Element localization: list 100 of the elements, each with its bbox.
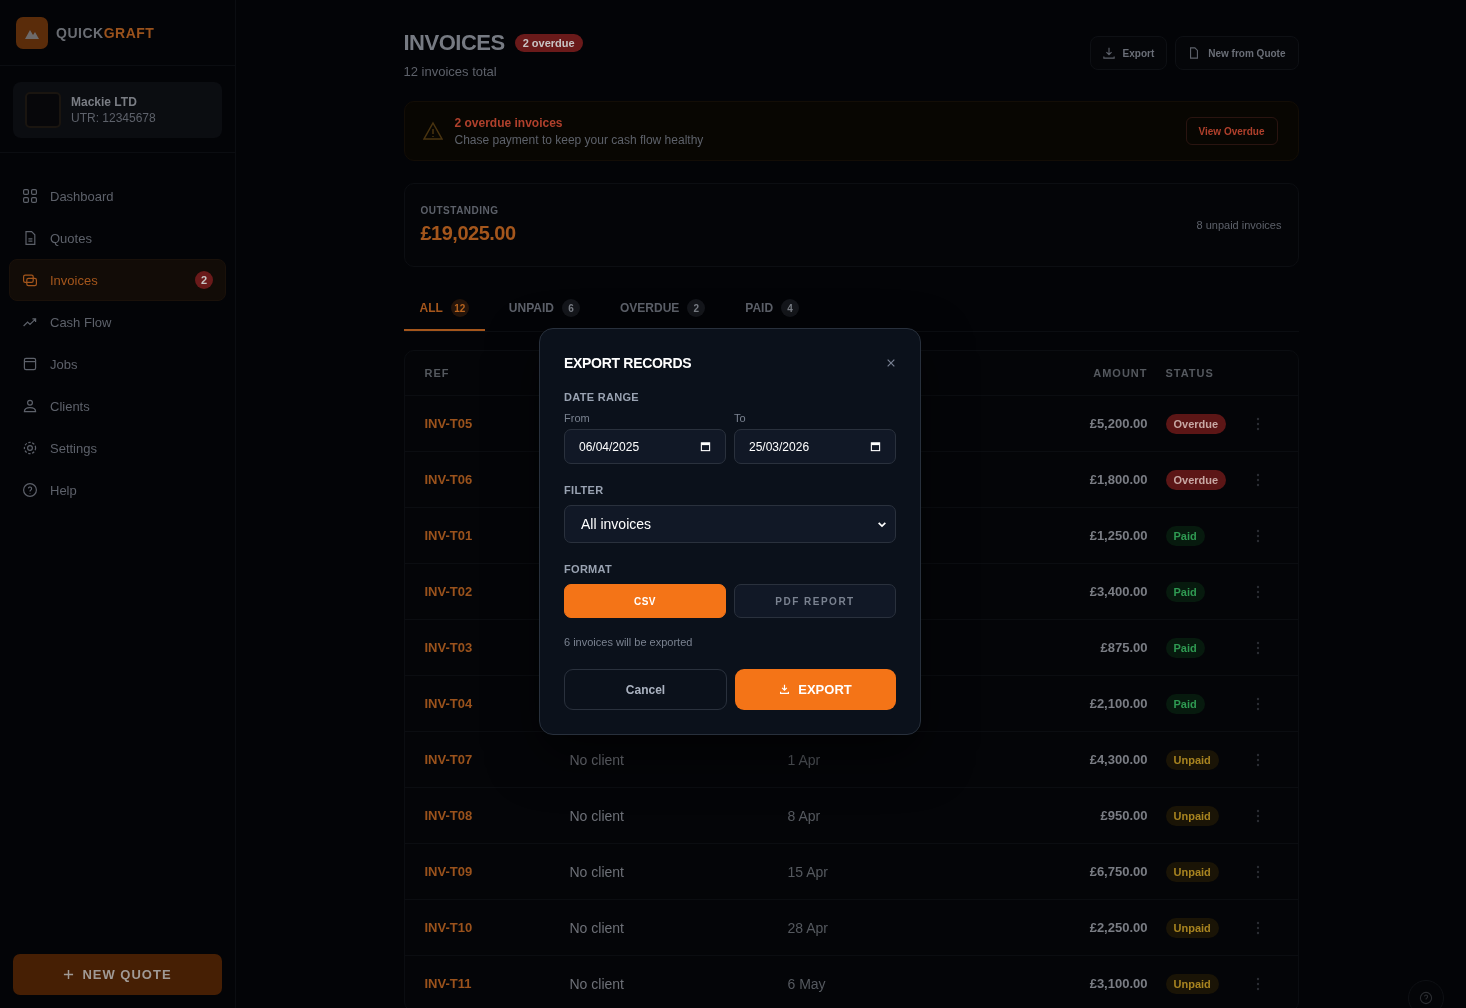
client-cell: No client <box>569 751 624 768</box>
to-date-field[interactable]: 25/03/2026 <box>734 429 896 464</box>
more-options-icon[interactable] <box>1255 808 1260 823</box>
date-cell: 28 Apr <box>787 919 828 936</box>
filter-tab[interactable]: OVERDUE 2 <box>603 289 722 331</box>
sidebar-item[interactable]: Dashboard <box>9 175 226 217</box>
client-cell: No client <box>569 863 624 880</box>
more-options-icon[interactable] <box>1255 864 1260 879</box>
page-subtitle: 12 invoices total <box>403 64 498 79</box>
amount-cell-text: £1,800.00 <box>1088 472 1148 487</box>
grid-icon <box>22 188 38 204</box>
invoice-ref-link[interactable]: INV-T10 <box>424 920 570 935</box>
amount-cell-text: £3,400.00 <box>1088 584 1148 599</box>
filter-tab[interactable]: ALL 12 <box>403 289 485 331</box>
more-options-icon[interactable] <box>1255 640 1260 655</box>
more-options-icon[interactable] <box>1255 752 1260 767</box>
outstanding-amount: £19,025.00 <box>420 222 516 245</box>
calendar-icon <box>22 356 38 372</box>
status-badge: Paid <box>1165 525 1205 546</box>
status-badge: Unpaid <box>1165 805 1219 826</box>
from-date-field[interactable]: 06/04/2025 <box>564 429 726 464</box>
cancel-button[interactable]: Cancel <box>564 669 727 710</box>
more-options-icon[interactable] <box>1255 528 1260 543</box>
amount-cell-text: £875.00 <box>1099 640 1148 655</box>
gear-icon <box>22 440 38 456</box>
status-badge: Unpaid <box>1165 861 1219 882</box>
count-badge: 2 <box>195 271 213 289</box>
sidebar-item[interactable]: Invoices 2 <box>9 259 226 301</box>
amount-cell-text: £2,100.00 <box>1088 696 1148 711</box>
new-quote-button[interactable]: NEW QUOTE <box>13 954 222 995</box>
more-options-icon[interactable] <box>1255 696 1260 711</box>
new-from-quote-button[interactable]: New from Quote <box>1175 36 1299 70</box>
help-icon <box>22 482 38 498</box>
outstanding-label: OUTSTANDING <box>420 205 500 216</box>
more-options-icon[interactable] <box>1255 920 1260 935</box>
download-icon <box>779 684 791 695</box>
date-cell: 6 May <box>787 975 826 992</box>
format-option[interactable]: PDF REPORT <box>734 584 896 618</box>
alert-title: 2 overdue invoices <box>454 115 564 130</box>
status-badge: Overdue <box>1165 469 1227 490</box>
amount-cell-text: £2,250.00 <box>1088 920 1148 935</box>
invoice-ref-link[interactable]: INV-T08 <box>424 808 570 823</box>
chevron-down-icon <box>877 520 887 528</box>
sidebar-item[interactable]: Help <box>9 469 226 511</box>
close-icon[interactable] <box>886 358 896 368</box>
sidebar-item[interactable]: Jobs <box>9 343 226 385</box>
sidebar-item[interactable]: Quotes <box>9 217 226 259</box>
filter-tab[interactable]: PAID 4 <box>729 289 816 331</box>
invoice-ref-link[interactable]: INV-T09 <box>424 864 570 879</box>
download-icon <box>1102 47 1115 59</box>
view-overdue-button[interactable]: View Overdue <box>1185 117 1278 145</box>
amount-cell-text: £1,250.00 <box>1088 528 1148 543</box>
document-icon <box>1188 47 1201 59</box>
more-options-icon[interactable] <box>1255 584 1260 599</box>
amount-cell-text: £4,300.00 <box>1088 752 1148 767</box>
date-range-label: DATE RANGE <box>564 391 640 403</box>
status-badge: Paid <box>1165 581 1205 602</box>
calendar-icon <box>870 441 881 452</box>
client-cell: No client <box>569 975 624 992</box>
client-cell: No client <box>569 807 624 824</box>
filter-dropdown[interactable]: All invoices <box>564 505 896 543</box>
calendar-icon <box>700 441 711 452</box>
invoice-ref-link[interactable]: INV-T11 <box>424 976 570 991</box>
column-header: STATUS <box>1164 367 1215 379</box>
export-button[interactable]: EXPORT <box>735 669 896 710</box>
warning-icon <box>422 121 443 141</box>
status-badge: Paid <box>1165 693 1205 714</box>
account-card[interactable]: Mackie LTD UTR: 12345678 <box>13 82 222 138</box>
count-badge: 12 <box>450 299 469 317</box>
invoice-ref-link[interactable]: INV-T07 <box>424 752 570 767</box>
count-badge: 6 <box>561 299 580 317</box>
more-options-icon[interactable] <box>1255 416 1260 431</box>
page-title: INVOICES <box>403 30 505 56</box>
help-button[interactable] <box>1408 980 1444 1008</box>
export-count-note: 6 invoices will be exported <box>564 636 694 648</box>
more-options-icon[interactable] <box>1255 976 1260 991</box>
amount-cell-text: £6,750.00 <box>1088 864 1148 879</box>
export-button[interactable]: Export <box>1089 36 1168 70</box>
status-badge: Unpaid <box>1165 973 1219 994</box>
sidebar-item[interactable]: Cash Flow <box>9 301 226 343</box>
from-label: From <box>564 412 590 424</box>
amount-cell-text: £5,200.00 <box>1088 416 1148 431</box>
amount-cell-text: £3,100.00 <box>1088 976 1148 991</box>
mountain-logo-icon <box>16 17 48 49</box>
dialog-title: EXPORT RECORDS <box>564 355 692 371</box>
plus-icon <box>63 969 75 980</box>
format-option[interactable]: CSV <box>564 584 726 618</box>
column-header: REF <box>424 367 451 379</box>
date-cell: 1 Apr <box>787 751 821 768</box>
status-badge: Overdue <box>1165 413 1227 434</box>
status-badge: Paid <box>1165 637 1205 658</box>
client-cell: No client <box>569 919 624 936</box>
overdue-badge: 2 overdue <box>514 34 583 52</box>
filter-label: FILTER <box>564 484 605 496</box>
filter-tab[interactable]: UNPAID 6 <box>492 289 596 331</box>
status-badge: Unpaid <box>1165 917 1219 938</box>
sidebar-item[interactable]: Clients <box>9 385 226 427</box>
more-options-icon[interactable] <box>1255 472 1260 487</box>
date-cell: 15 Apr <box>787 863 828 880</box>
sidebar-item[interactable]: Settings <box>9 427 226 469</box>
